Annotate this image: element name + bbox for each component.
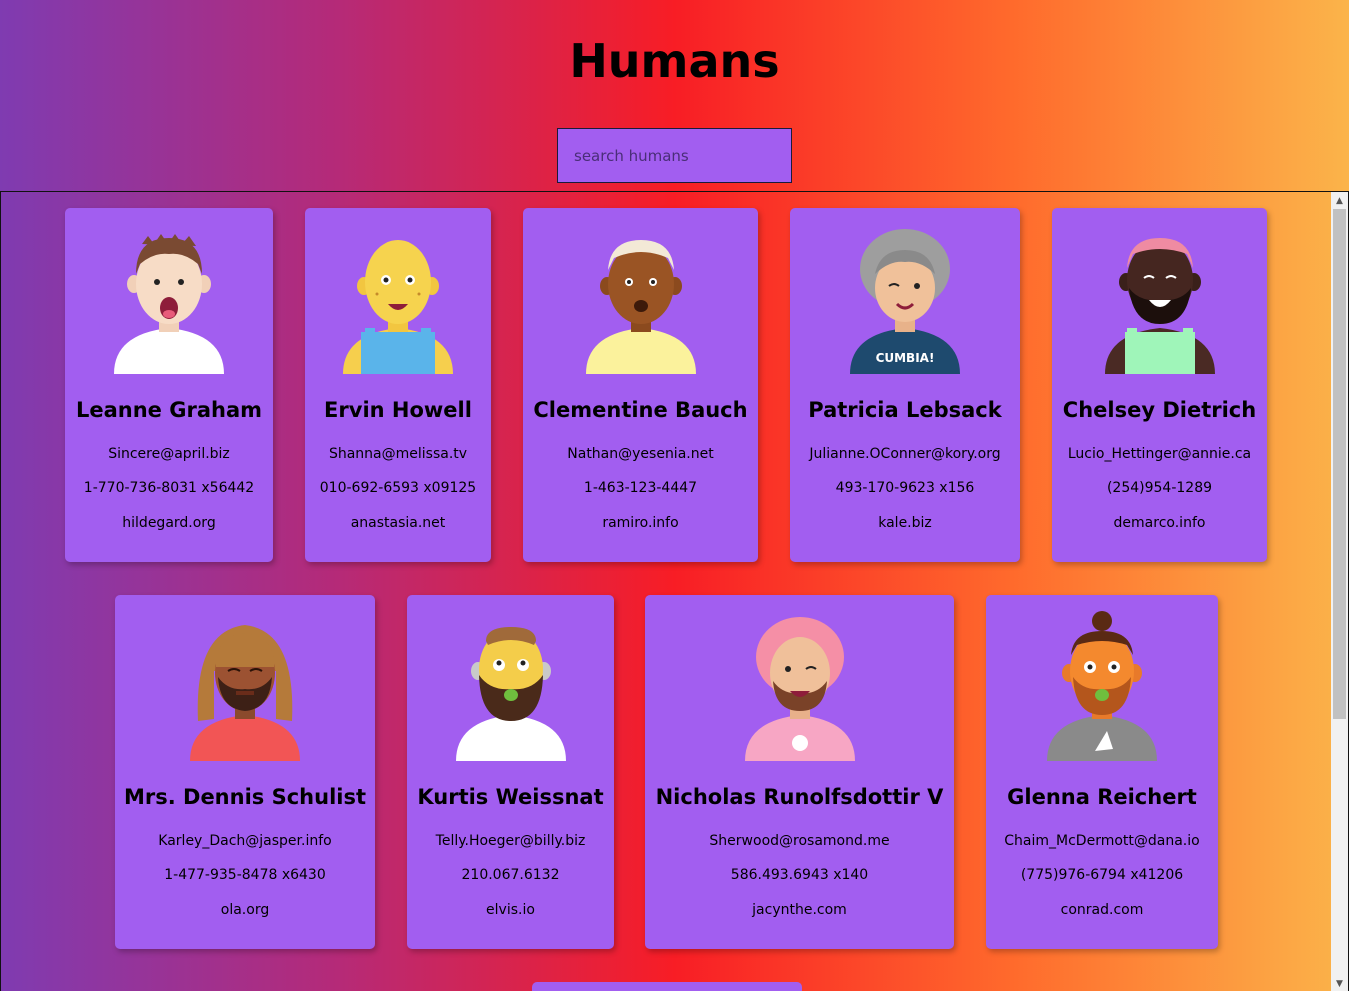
human-website: ola.org — [220, 902, 270, 918]
human-email: Chaim_McDermott@dana.io — [1004, 833, 1200, 849]
human-name: Ervin Howell — [324, 398, 472, 422]
human-phone: (254)954-1289 — [1106, 480, 1213, 496]
avatar-image — [343, 240, 453, 374]
human-email: Sincere@april.biz — [108, 446, 230, 462]
human-card[interactable]: Chelsey Dietrich Lucio_Hettinger@annie.c… — [1052, 208, 1267, 562]
avatar-image — [1047, 611, 1157, 761]
search-input[interactable] — [557, 128, 792, 183]
shirt-text: CUMBIA! — [876, 351, 935, 365]
human-email: Telly.Hoeger@billy.biz — [435, 833, 586, 849]
human-phone: (775)976-6794 x41206 — [1020, 867, 1184, 883]
human-phone: 010-692-6593 x09125 — [319, 480, 477, 496]
avatar-image — [1104, 238, 1215, 374]
avatar-image — [114, 234, 224, 374]
human-card[interactable]: Mrs. Dennis Schulist Karley_Dach@jasper.… — [115, 595, 375, 949]
human-email: Nathan@yesenia.net — [567, 446, 714, 462]
avatar-image: CUMBIA! — [850, 229, 960, 374]
human-card[interactable] — [532, 982, 802, 991]
human-name: Kurtis Weissnat — [417, 785, 604, 809]
human-email: Shanna@melissa.tv — [328, 446, 468, 462]
human-card[interactable]: Kurtis Weissnat Telly.Hoeger@billy.biz 2… — [407, 595, 614, 949]
human-card[interactable]: CUMBIA! Patricia Lebsack Julianne.OConne… — [790, 208, 1020, 562]
human-website: jacynthe.com — [752, 902, 847, 918]
human-name: Leanne Graham — [75, 398, 263, 422]
human-phone: 1-770-736-8031 x56442 — [83, 480, 255, 496]
human-name: Glenna Reichert — [1007, 785, 1197, 809]
human-website: anastasia.net — [350, 515, 446, 531]
human-card[interactable]: Nicholas Runolfsdottir V Sherwood@rosamo… — [645, 595, 954, 949]
avatar-image — [455, 627, 566, 761]
scroll-up-arrow-icon[interactable]: ▲ — [1331, 192, 1348, 209]
human-card[interactable]: Glenna Reichert Chaim_McDermott@dana.io … — [986, 595, 1218, 949]
human-card[interactable]: Ervin Howell Shanna@melissa.tv 010-692-6… — [305, 208, 491, 562]
avatar-image — [190, 625, 300, 761]
page-title: Humans — [569, 34, 780, 88]
human-phone: 1-477-935-8478 x6430 — [164, 867, 326, 883]
human-email: Julianne.OConner@kory.org — [809, 446, 1001, 462]
human-name: Patricia Lebsack — [808, 398, 1002, 422]
human-name: Mrs. Dennis Schulist — [123, 785, 367, 809]
human-email: Lucio_Hettinger@annie.ca — [1067, 446, 1252, 462]
human-email: Karley_Dach@jasper.info — [158, 833, 332, 849]
human-website: conrad.com — [1060, 902, 1144, 918]
human-name: Chelsey Dietrich — [1062, 398, 1257, 422]
human-card[interactable]: Leanne Graham Sincere@april.biz 1-770-73… — [65, 208, 273, 562]
human-phone: 1-463-123-4447 — [583, 480, 698, 496]
human-website: elvis.io — [486, 902, 535, 918]
vertical-scrollbar[interactable]: ▲ ▼ — [1331, 192, 1348, 991]
card-list[interactable]: Leanne Graham Sincere@april.biz 1-770-73… — [0, 191, 1349, 991]
human-phone: 586.493.6943 x140 — [730, 867, 869, 883]
human-email: Sherwood@rosamond.me — [709, 833, 890, 849]
scroll-down-arrow-icon[interactable]: ▼ — [1331, 975, 1348, 991]
human-card[interactable]: Clementine Bauch Nathan@yesenia.net 1-46… — [523, 208, 758, 562]
human-phone: 210.067.6132 — [461, 867, 560, 883]
human-name: Clementine Bauch — [533, 398, 748, 422]
scroll-thumb[interactable] — [1333, 209, 1346, 719]
avatar-image — [585, 240, 696, 374]
human-website: hildegard.org — [122, 515, 216, 531]
human-name: Nicholas Runolfsdottir V — [655, 785, 944, 809]
human-website: kale.biz — [878, 515, 932, 531]
human-website: demarco.info — [1113, 515, 1206, 531]
human-phone: 493-170-9623 x156 — [835, 480, 975, 496]
human-website: ramiro.info — [602, 515, 679, 531]
avatar-image — [744, 617, 855, 761]
